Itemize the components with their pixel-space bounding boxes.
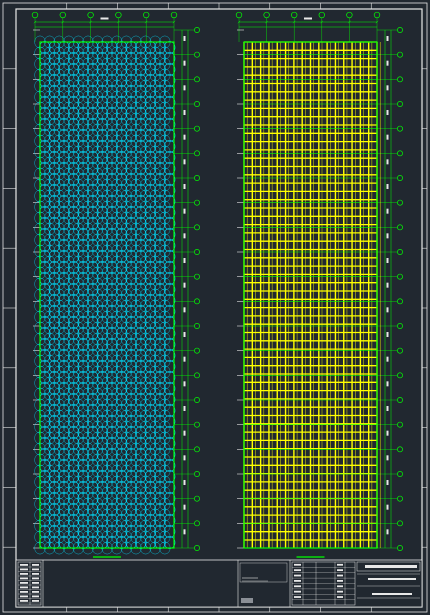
signature-cell [294, 574, 301, 577]
dimension-label [183, 504, 186, 510]
signature-cell [337, 596, 343, 598]
signature-cell [294, 569, 301, 572]
signature-cell [294, 563, 301, 566]
signature-cell [294, 596, 301, 598]
dimension-label [183, 332, 186, 337]
notes-cell [32, 591, 39, 593]
dimension-label [386, 504, 389, 510]
company-name-bar [365, 565, 417, 568]
notes-cell [32, 600, 39, 602]
notes-cell [32, 577, 39, 580]
signature-cell [337, 580, 343, 582]
notes-cell [32, 564, 39, 566]
dimension-label [183, 85, 186, 91]
dimension-label [386, 332, 389, 337]
notes-cell [32, 573, 39, 575]
notes-cell [20, 582, 28, 584]
notes-cell [32, 568, 39, 571]
dimension-label [386, 60, 389, 66]
dimension-label [183, 184, 186, 189]
dimension-label [183, 208, 186, 214]
dimension-label [386, 36, 389, 41]
dimension-label [183, 307, 186, 313]
notes-cell [20, 600, 28, 602]
notes-cell [20, 591, 28, 593]
dimension-label [183, 406, 186, 411]
dimension-label [304, 17, 312, 20]
notes-cell [20, 586, 28, 589]
dimension-label [183, 381, 186, 387]
notes-cell [20, 564, 28, 566]
project-name-bar [368, 578, 416, 580]
title-block [15, 559, 423, 608]
dimension-label [386, 85, 389, 91]
notes-cell [20, 568, 28, 571]
dimension-label [386, 184, 389, 189]
dimension-label [386, 159, 389, 165]
cad-drawing-canvas[interactable] [0, 0, 430, 615]
dimension-label [183, 159, 186, 165]
notes-cell [20, 595, 28, 598]
signature-cell [337, 569, 343, 572]
signature-cell [337, 590, 343, 593]
dimension-label [183, 60, 186, 66]
signature-cell [337, 585, 343, 588]
dimension-label [183, 430, 186, 436]
dimension-label [183, 110, 186, 115]
dimension-label [386, 455, 389, 461]
dimension-label [386, 110, 389, 115]
dimension-label [100, 17, 109, 20]
notes-cell [32, 595, 39, 598]
dimension-label [386, 356, 389, 362]
dimension-label [386, 233, 389, 239]
signature-cell [294, 580, 301, 582]
dimension-label [183, 480, 186, 485]
dimension-label [183, 233, 186, 239]
notes-cell [20, 577, 28, 580]
sheet-number-bar [372, 593, 412, 595]
dimension-label [386, 134, 389, 140]
dimension-label [183, 356, 186, 362]
notes-cell [20, 573, 28, 575]
dimension-label [386, 307, 389, 313]
signature-cell [294, 585, 301, 588]
dimension-label [183, 258, 186, 263]
dimension-label [386, 430, 389, 436]
dimension-label [386, 282, 389, 288]
dimension-label [183, 36, 186, 41]
dimension-label [386, 258, 389, 263]
dimension-label [183, 282, 186, 288]
dimension-label [183, 134, 186, 140]
title-block-frame [15, 559, 423, 608]
dimension-label [386, 529, 389, 535]
dimension-label [386, 208, 389, 214]
dimension-label [183, 455, 186, 461]
notes-cell [32, 586, 39, 589]
dimension-label [386, 480, 389, 485]
signature-cell [337, 574, 343, 577]
floor-plan-right[interactable] [235, 11, 403, 558]
notes-cell [32, 582, 39, 584]
drawing-stamp [241, 598, 253, 603]
dimension-label [386, 381, 389, 387]
dimension-label [386, 406, 389, 411]
dimension-label [183, 529, 186, 535]
signature-cell [294, 590, 301, 593]
signature-cell [337, 563, 343, 566]
